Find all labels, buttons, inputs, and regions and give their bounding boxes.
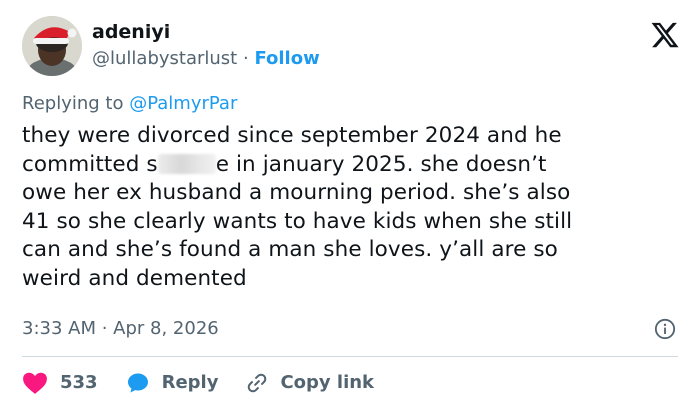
user-info: adeniyi @lullabystarlust · Follow <box>92 20 320 72</box>
user-handle[interactable]: @lullabystarlust <box>92 48 237 69</box>
tweet-line-1: they were divorced since september 2024 … <box>22 123 562 148</box>
divider <box>22 356 678 357</box>
reply-button[interactable]: Reply <box>126 371 219 395</box>
follow-button[interactable]: Follow <box>254 48 319 69</box>
replying-prefix: Replying to <box>22 93 130 114</box>
like-count: 533 <box>60 372 98 393</box>
reply-bubble-icon <box>127 373 148 393</box>
x-logo-icon[interactable] <box>650 20 680 50</box>
display-name[interactable]: adeniyi <box>92 20 320 44</box>
like-button[interactable]: 533 <box>22 371 98 395</box>
copy-link-label: Copy link <box>280 372 375 393</box>
replying-mention[interactable]: @PalmyrPar <box>129 93 237 114</box>
tweet-text: they were divorced since september 2024 … <box>22 122 682 294</box>
censor-blur <box>157 153 216 174</box>
tweet-line-2-end: e in january 2025. she doesn’t <box>215 151 547 177</box>
tweet-timestamp[interactable]: 3:33 AM · Apr 8, 2026 <box>22 316 219 342</box>
tweet-rest: owe her ex husband a mourning period. sh… <box>22 180 573 291</box>
copy-link-button[interactable]: Copy link <box>246 371 374 395</box>
tweet-header: adeniyi @lullabystarlust · Follow <box>22 14 682 80</box>
handle-separator: · <box>242 48 249 69</box>
link-icon <box>248 373 267 393</box>
info-icon[interactable] <box>654 318 676 340</box>
replying-to: Replying to @PalmyrPar <box>22 92 237 116</box>
reply-label: Reply <box>161 372 219 393</box>
handle-row: @lullabystarlust · Follow <box>92 46 320 72</box>
tweet-line-2-start: committed s <box>22 151 158 177</box>
action-bar: 533 Reply Copy link <box>22 368 402 398</box>
heart-icon <box>23 372 47 394</box>
avatar[interactable] <box>22 16 82 76</box>
